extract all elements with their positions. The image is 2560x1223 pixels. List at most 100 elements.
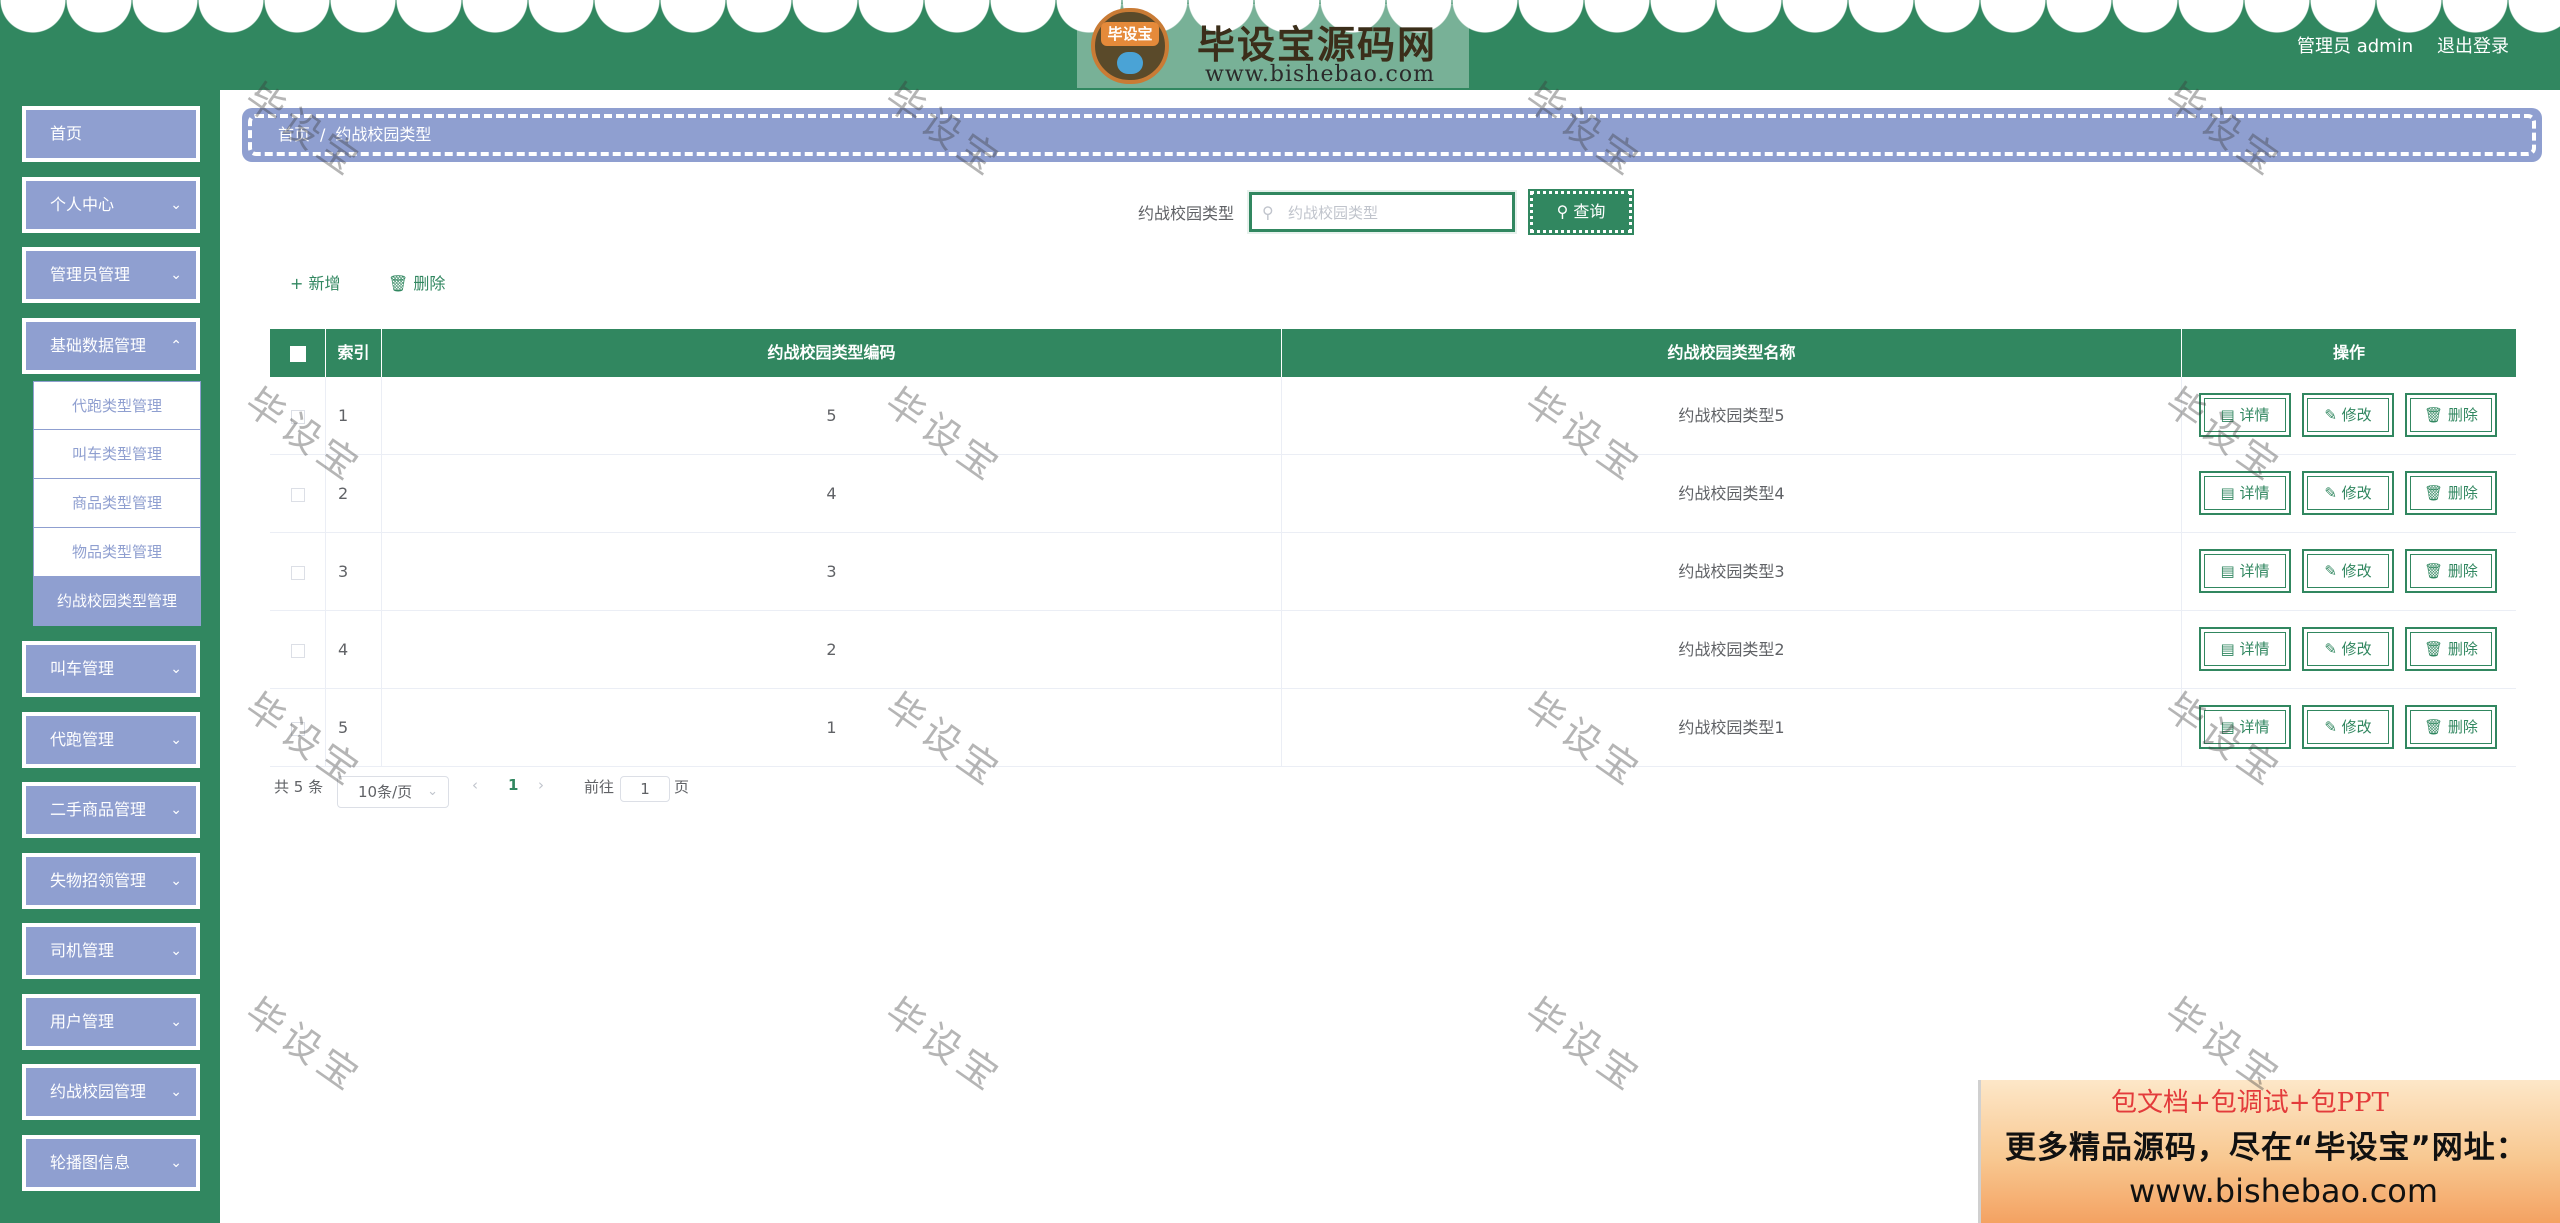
- delete-label: 删除: [2447, 562, 2478, 580]
- sidebar-item-carousel-info[interactable]: 轮播图信息 ⌄: [22, 1135, 200, 1191]
- sidebar-item-admin-management[interactable]: 管理员管理 ⌄: [22, 247, 200, 303]
- cell-name: 约战校园类型5: [1282, 377, 2182, 454]
- cell-actions: ▤ 详情 ✎ 修改 🗑 删除: [2182, 611, 2516, 688]
- pencil-icon: ✎: [2324, 640, 2337, 658]
- chevron-down-icon: ⌄: [170, 197, 182, 213]
- detail-button[interactable]: ▤ 详情: [2199, 627, 2291, 671]
- sidebar-item-ride-management[interactable]: 叫车管理 ⌄: [22, 641, 200, 697]
- cell-code: 1: [382, 689, 1282, 766]
- sidebar-item-label: 失物招领管理: [50, 871, 147, 890]
- cell-name: 约战校园类型2: [1282, 611, 2182, 688]
- row-select-cell: [270, 455, 326, 532]
- detail-button[interactable]: ▤ 详情: [2199, 471, 2291, 515]
- sidebar-item-base-data-management[interactable]: 基础数据管理 ⌃: [22, 318, 200, 374]
- document-icon: ▤: [2220, 484, 2235, 502]
- data-table: 索引 约战校园类型编码 约战校园类型名称 操作 1 5 约战校园类型5 ▤ 详情 ✎ 修…: [270, 329, 2516, 767]
- watermark-text: 毕设宝: [1517, 989, 1651, 1102]
- page-size-select[interactable]: 10条/页 ⌄: [337, 776, 449, 808]
- pencil-icon: ✎: [2324, 406, 2337, 424]
- cell-index: 5: [326, 689, 382, 766]
- sidebar-item-home[interactable]: 首页: [22, 106, 200, 162]
- sidebar-item-personal-center[interactable]: 个人中心 ⌄: [22, 177, 200, 233]
- delete-button[interactable]: 🗑 删除: [2405, 627, 2497, 671]
- submenu-item-item-type[interactable]: 物品类型管理: [33, 528, 201, 577]
- table-row: 3 3 约战校园类型3 ▤ 详情 ✎ 修改 🗑 删除: [270, 533, 2516, 611]
- trash-icon: 🗑: [388, 274, 409, 293]
- edit-button[interactable]: ✎ 修改: [2302, 393, 2394, 437]
- detail-button[interactable]: ▤ 详情: [2199, 549, 2291, 593]
- sidebar-item-user-management[interactable]: 用户管理 ⌄: [22, 994, 200, 1050]
- edit-label: 修改: [2341, 640, 2372, 658]
- edit-button[interactable]: ✎ 修改: [2302, 705, 2394, 749]
- search-input[interactable]: [1286, 199, 1510, 227]
- trash-icon: 🗑: [2424, 718, 2444, 736]
- cell-index: 1: [326, 377, 382, 454]
- cell-index: 2: [326, 455, 382, 532]
- trash-icon: 🗑: [2424, 562, 2444, 580]
- chevron-up-icon: ⌃: [170, 338, 182, 354]
- promo-line-2: 更多精品源码，尽在“毕设宝”网址：: [2005, 1130, 2528, 1166]
- pencil-icon: ✎: [2324, 484, 2337, 502]
- edit-button[interactable]: ✎ 修改: [2302, 549, 2394, 593]
- submenu-item-errand-type[interactable]: 代跑类型管理: [33, 381, 201, 430]
- column-header-name: 约战校园类型名称: [1282, 329, 2182, 377]
- detail-label: 详情: [2239, 640, 2270, 658]
- chevron-down-icon: ⌄: [170, 1155, 182, 1171]
- chevron-down-icon: ⌄: [427, 784, 438, 799]
- detail-button[interactable]: ▤ 详情: [2199, 393, 2291, 437]
- document-icon: ▤: [2220, 718, 2235, 736]
- next-page-button[interactable]: ›: [538, 776, 544, 794]
- sidebar: 首页 个人中心 ⌄ 管理员管理 ⌄ 基础数据管理 ⌃ 代跑类型管理 叫车类型管理…: [0, 90, 220, 1223]
- page-number-current[interactable]: 1: [508, 776, 518, 794]
- delete-button[interactable]: 🗑 删除: [2405, 471, 2497, 515]
- breadcrumb-home[interactable]: 首页: [278, 125, 310, 144]
- row-checkbox[interactable]: [290, 487, 305, 502]
- row-checkbox[interactable]: [290, 721, 305, 736]
- submenu-item-ride-type[interactable]: 叫车类型管理: [33, 430, 201, 479]
- detail-button[interactable]: ▤ 详情: [2199, 705, 2291, 749]
- search-field[interactable]: ⚲: [1249, 192, 1515, 232]
- delete-button[interactable]: 🗑 删除: [2405, 549, 2497, 593]
- query-button[interactable]: ⚲ 查询: [1528, 189, 1634, 235]
- sidebar-item-label: 用户管理: [50, 1012, 115, 1031]
- top-header: 毕设宝 毕设宝源码网 www.bishebao.com 管理员 admin 退出…: [0, 0, 2560, 90]
- row-select-cell: [270, 611, 326, 688]
- add-button[interactable]: + 新增: [290, 270, 341, 294]
- add-button-label: 新增: [308, 274, 341, 293]
- promo-banner: 包文档+包调试+包PPT 更多精品源码，尽在“毕设宝”网址： www.bishe…: [1978, 1080, 2560, 1223]
- batch-delete-button[interactable]: 🗑 删除: [388, 270, 445, 294]
- edit-button[interactable]: ✎ 修改: [2302, 471, 2394, 515]
- edit-button[interactable]: ✎ 修改: [2302, 627, 2394, 671]
- sidebar-item-second-hand-goods[interactable]: 二手商品管理 ⌄: [22, 782, 200, 838]
- cell-name: 约战校园类型1: [1282, 689, 2182, 766]
- submenu-item-campus-battle-type[interactable]: 约战校园类型管理: [33, 577, 201, 626]
- sidebar-item-label: 个人中心: [50, 195, 115, 214]
- trash-icon: 🗑: [2424, 640, 2444, 658]
- sidebar-item-campus-battle-management[interactable]: 约战校园管理 ⌄: [22, 1064, 200, 1120]
- edit-label: 修改: [2341, 562, 2372, 580]
- submenu-item-goods-type[interactable]: 商品类型管理: [33, 479, 201, 528]
- sidebar-item-errand-management[interactable]: 代跑管理 ⌄: [22, 712, 200, 768]
- admin-name: 管理员 admin: [2297, 36, 2414, 57]
- prev-page-button[interactable]: ‹: [472, 776, 478, 794]
- sidebar-item-label: 叫车管理: [50, 659, 115, 678]
- breadcrumb-current: 约战校园类型: [335, 125, 432, 144]
- plus-icon: +: [290, 274, 304, 293]
- breadcrumb-inner: 首页 / 约战校园类型: [248, 114, 2536, 156]
- trash-icon: 🗑: [2424, 406, 2444, 424]
- row-checkbox[interactable]: [290, 565, 305, 580]
- row-checkbox[interactable]: [290, 409, 305, 424]
- sidebar-item-driver-management[interactable]: 司机管理 ⌄: [22, 923, 200, 979]
- delete-button[interactable]: 🗑 删除: [2405, 705, 2497, 749]
- column-header-actions: 操作: [2332, 343, 2365, 362]
- select-all-checkbox[interactable]: [289, 345, 306, 362]
- row-checkbox[interactable]: [290, 643, 305, 658]
- batch-delete-label: 删除: [413, 274, 446, 293]
- sidebar-item-lost-and-found[interactable]: 失物招领管理 ⌄: [22, 853, 200, 909]
- delete-button[interactable]: 🗑 删除: [2405, 393, 2497, 437]
- delete-label: 删除: [2447, 406, 2478, 424]
- watermark-text: 毕设宝: [877, 989, 1011, 1102]
- logout-link[interactable]: 退出登录: [2437, 32, 2509, 58]
- watermark-text: 毕设宝: [237, 989, 371, 1102]
- goto-page-input[interactable]: 1: [620, 776, 670, 802]
